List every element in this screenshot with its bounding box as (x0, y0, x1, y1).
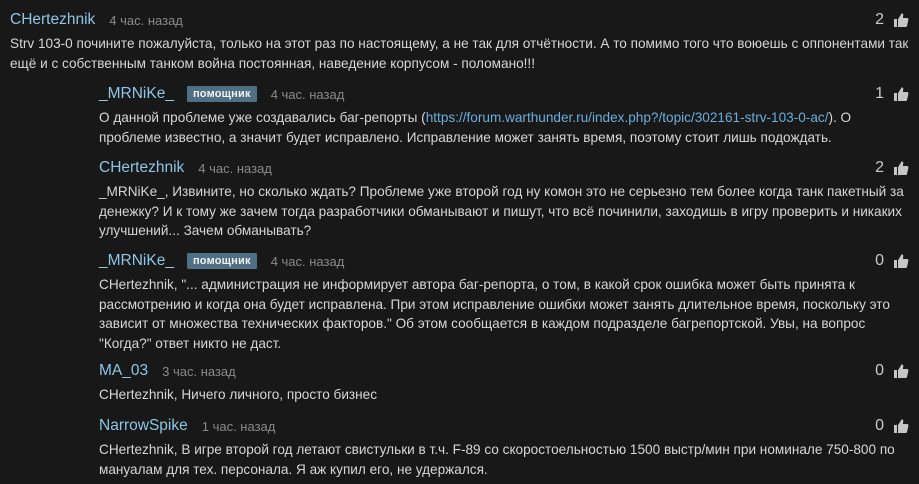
comment-author[interactable]: NarrowSpike (99, 417, 188, 435)
vote-box: 2 (875, 156, 909, 180)
vote-box: 0 (875, 249, 909, 273)
role-badge: помощник (186, 86, 257, 102)
reply: CHertezhnik 4 час. назад 2 _MRNiKe_, Изв… (99, 156, 909, 241)
comment-author[interactable]: MA_03 (99, 362, 148, 380)
comment-author[interactable]: _MRNiKe_ (99, 252, 174, 270)
thumbs-up-icon[interactable] (893, 253, 909, 269)
thumbs-up-icon[interactable] (893, 363, 909, 379)
reply: _MRNiKe_ помощник 4 час. назад 0 CHertez… (99, 249, 909, 353)
like-count: 2 (875, 159, 884, 176)
comment-text: CHertezhnik, Ничего личного, просто бизн… (99, 387, 378, 402)
vote-box: 2 (875, 8, 909, 32)
vote-box: 0 (875, 414, 909, 438)
comment-text-before: О данной проблеме уже создавались баг-ре… (99, 110, 426, 125)
like-count: 2 (875, 11, 884, 28)
thumbs-up-icon[interactable] (893, 12, 909, 28)
reply: _MRNiKe_ помощник 4 час. назад 1 О данно… (99, 82, 909, 147)
comment-text: CHertezhnik, "... администрация не инфор… (99, 277, 890, 351)
thumbs-up-icon[interactable] (893, 160, 909, 176)
comment-time: 4 час. назад (109, 12, 183, 28)
vote-box: 0 (875, 359, 909, 383)
comment-author[interactable]: CHertezhnik (10, 11, 95, 29)
like-count: 1 (875, 85, 884, 102)
comment-time: 4 час. назад (198, 160, 272, 176)
thumbs-up-icon[interactable] (893, 86, 909, 102)
comment-text: Strv 103-0 почините пожалуйста, только н… (10, 36, 909, 71)
forum-link[interactable]: https://forum.warthunder.ru/index.php?/t… (426, 110, 829, 125)
comment-time: 4 час. назад (270, 86, 345, 102)
comment-header: CHertezhnik 4 час. назад 2 (10, 8, 909, 32)
reply: NarrowSpike 1 час. назад 0 CHertezhnik, … (99, 414, 909, 479)
role-badge: помощник (186, 253, 257, 269)
vote-box: 1 (875, 82, 909, 106)
comment-time: 1 час. назад (201, 418, 276, 434)
comment-time: 3 час. назад (162, 363, 236, 379)
comment: CHertezhnik 4 час. назад 2 Strv 103-0 по… (10, 8, 909, 73)
like-count: 0 (875, 362, 884, 379)
comment-text: CHertezhnik, В игре второй год летают св… (99, 442, 895, 477)
comment-text: _MRNiKe_, Извините, но сколько ждать? Пр… (99, 184, 904, 238)
reply: MA_03 3 час. назад 0 CHertezhnik, Ничего… (99, 359, 909, 405)
comment-header: NarrowSpike 1 час. назад 0 (99, 414, 909, 438)
comment-text: О данной проблеме уже создавались баг-ре… (99, 108, 909, 147)
like-count: 0 (875, 417, 884, 434)
comment-feed: CHertezhnik 4 час. назад 2 Strv 103-0 по… (0, 0, 919, 484)
comment-time: 4 час. назад (270, 253, 345, 269)
comment-header: MA_03 3 час. назад 0 (99, 359, 909, 383)
comment-header: CHertezhnik 4 час. назад 2 (99, 156, 909, 180)
comment-header: _MRNiKe_ помощник 4 час. назад 0 (99, 249, 909, 273)
comment-header: _MRNiKe_ помощник 4 час. назад 1 (99, 82, 909, 106)
like-count: 0 (875, 252, 884, 269)
comment-author[interactable]: _MRNiKe_ (99, 85, 174, 103)
comment-author[interactable]: CHertezhnik (99, 159, 184, 177)
thumbs-up-icon[interactable] (893, 418, 909, 434)
